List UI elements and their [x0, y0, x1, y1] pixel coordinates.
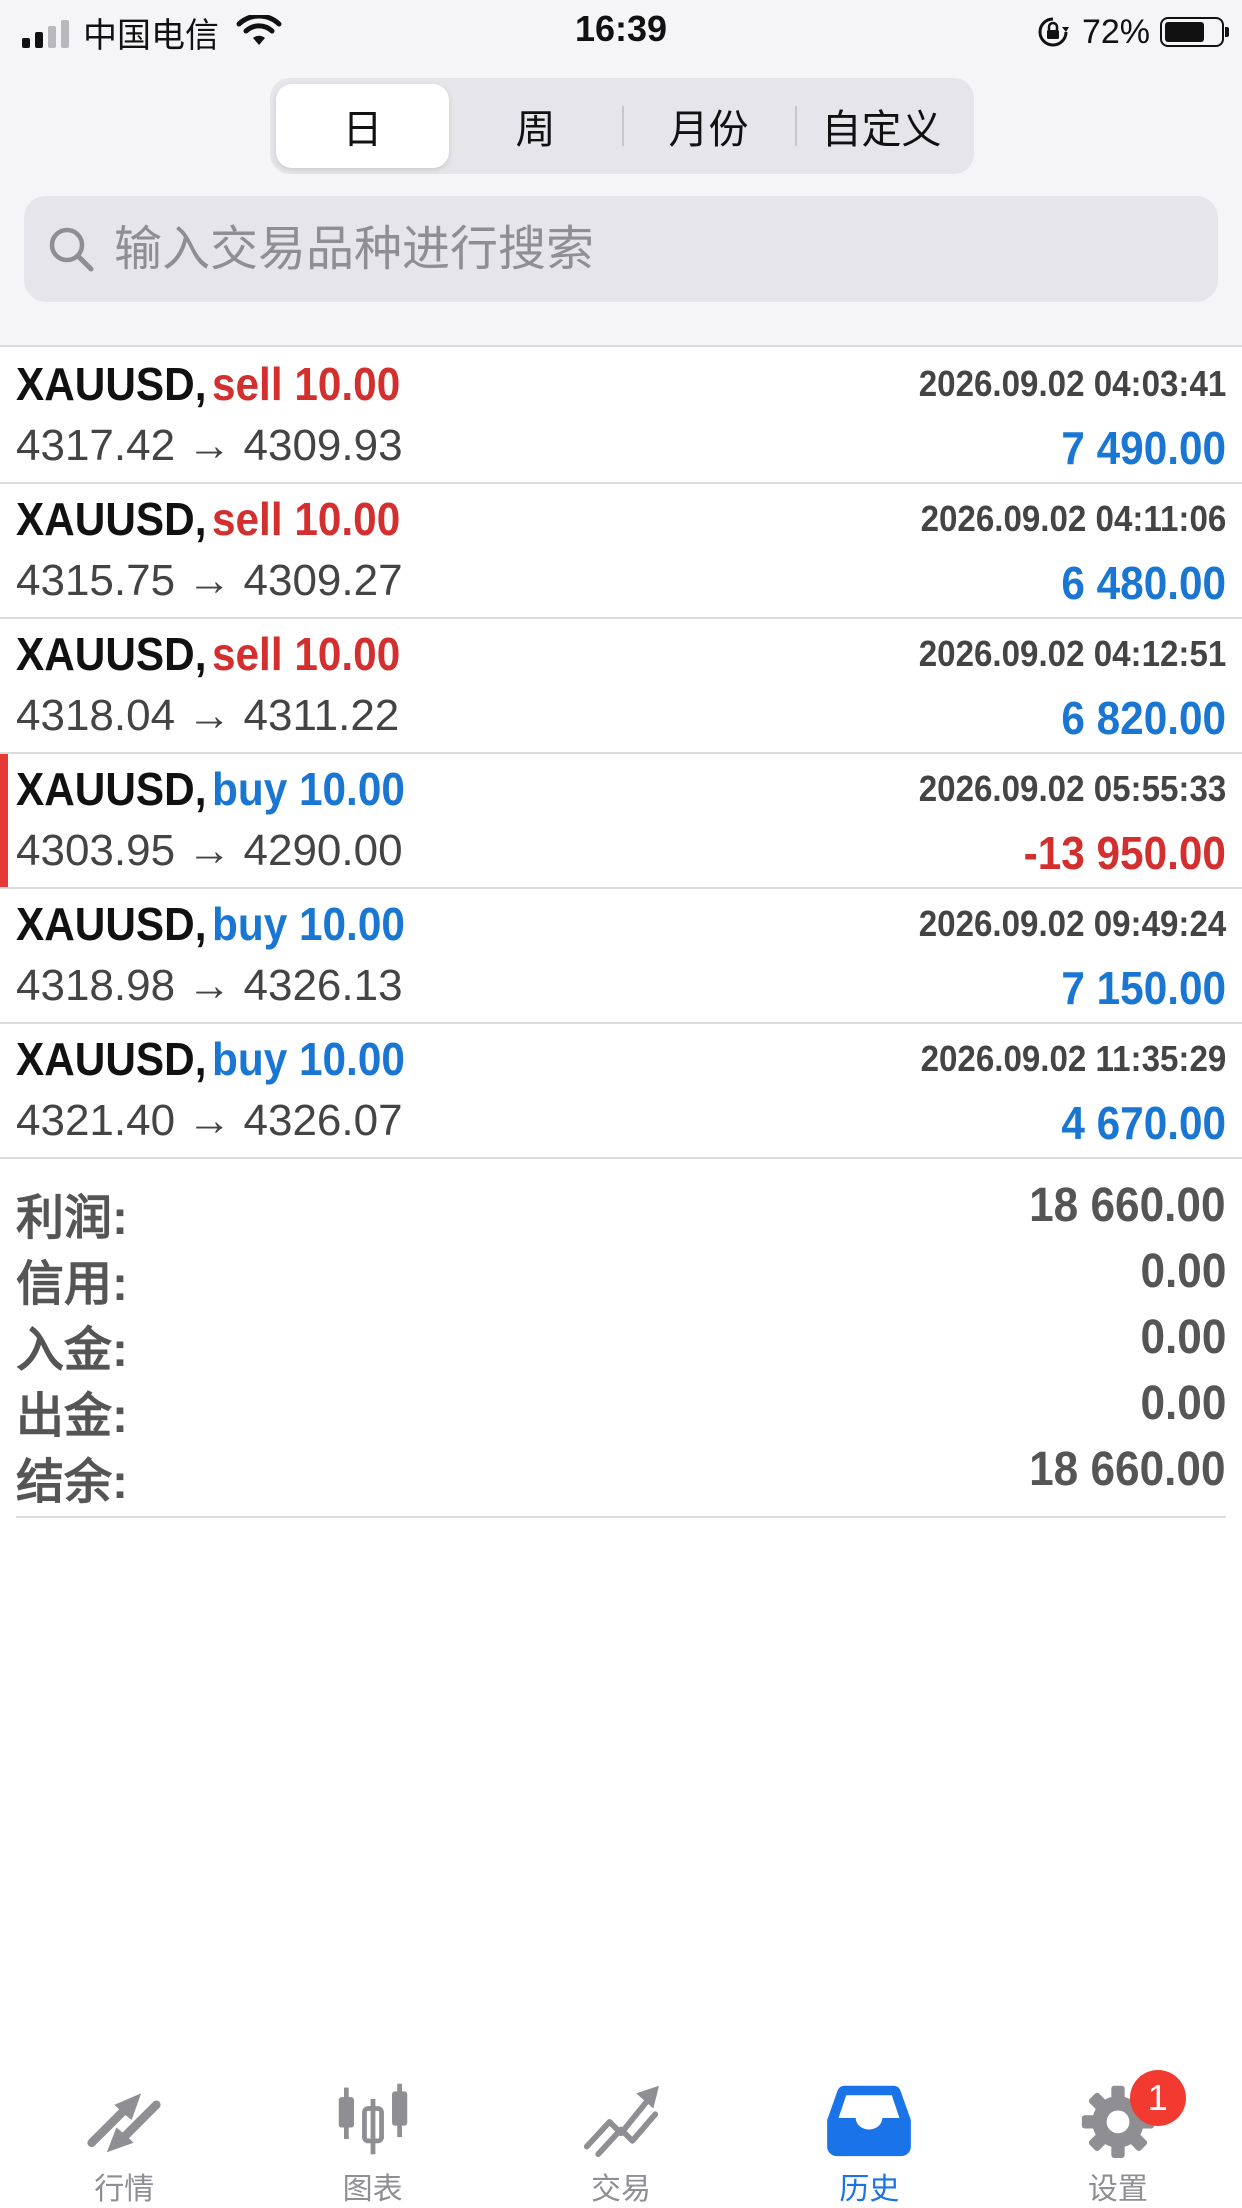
trade-row[interactable]: XAUUSD, buy 10.00 2026.09.02 11:35:29 4321.…: [0, 1024, 1242, 1159]
symbol-name: XAUUSD,: [16, 1033, 207, 1085]
trade-close-time: 2026.09.02 11:35:29: [920, 1038, 1226, 1079]
trade-profit: 7 150.00: [1061, 962, 1226, 1014]
trade-close-time: 2026.09.02 05:55:33: [918, 768, 1226, 809]
trade-history-list: XAUUSD, sell 10.00 2026.09.02 04:03:41 4317…: [0, 349, 1242, 1159]
trade-side-volume: sell 10.00: [211, 628, 401, 680]
summary-row: 结余: 18 660.00: [16, 1436, 1226, 1509]
trade-open-close-prices: 4317.42 → 4309.93: [16, 421, 403, 470]
history-header: 日 周 月份 自定义: [0, 62, 1242, 347]
summary-value: 0.00: [1140, 1377, 1226, 1430]
summary-row: 利润: 18 660.00: [16, 1172, 1226, 1245]
symbol-name: XAUUSD,: [16, 358, 207, 410]
trade-open-close-prices: 4318.04 → 4311.22: [16, 691, 400, 740]
trade-close-time: 2026.09.02 04:11:06: [920, 498, 1226, 539]
trade-profit: 7 490.00: [1061, 422, 1226, 474]
trade-symbol: XAUUSD, buy 10.00: [16, 762, 405, 816]
symbol-name: XAUUSD,: [16, 763, 207, 815]
tab-trade[interactable]: 交易: [497, 2048, 745, 2208]
trade-side-volume: buy 10.00: [211, 1033, 405, 1085]
period-tab-month[interactable]: 月份: [622, 84, 795, 168]
trade-side-volume: buy 10.00: [211, 763, 405, 815]
trade-open-close-prices: 4315.75 → 4309.27: [16, 556, 403, 605]
summary-value: 0.00: [1140, 1245, 1226, 1298]
trade-symbol: XAUUSD, buy 10.00: [16, 1032, 405, 1086]
summary-value: 0.00: [1140, 1311, 1226, 1364]
trade-close-time: 2026.09.02 04:03:41: [918, 363, 1226, 404]
search-input[interactable]: [114, 221, 1194, 277]
trade-open-close-prices: 4303.95 → 4290.00: [16, 826, 403, 875]
summary-row: 入金: 0.00: [16, 1304, 1226, 1377]
trade-icon: [583, 2085, 660, 2158]
period-tab-custom[interactable]: 自定义: [795, 84, 968, 168]
symbol-name: XAUUSD,: [16, 493, 207, 545]
summary-value: 18 660.00: [1029, 1443, 1226, 1496]
trade-symbol: XAUUSD, sell 10.00: [16, 627, 400, 681]
bottom-tab-bar: 行情 图表 交易 历史 设置 1: [0, 2048, 1242, 2208]
trade-symbol: XAUUSD, buy 10.00: [16, 897, 405, 951]
trade-open-close-prices: 4318.98 → 4326.13: [16, 961, 403, 1010]
trade-row[interactable]: XAUUSD, buy 10.00 2026.09.02 05:55:33 4303.…: [0, 754, 1242, 889]
summary-row: 信用: 0.00: [16, 1238, 1226, 1311]
trade-side-volume: buy 10.00: [211, 898, 405, 950]
status-right: 72%: [1036, 10, 1229, 54]
symbol-name: XAUUSD,: [16, 898, 207, 950]
period-segmented-control: 日 周 月份 自定义: [270, 78, 974, 174]
trade-row[interactable]: XAUUSD, buy 10.00 2026.09.02 09:49:24 4318.…: [0, 889, 1242, 1024]
summary-label: 结余:: [16, 1456, 128, 1509]
trade-row[interactable]: XAUUSD, sell 10.00 2026.09.02 04:11:06 4315…: [0, 484, 1242, 619]
trade-close-time: 2026.09.02 04:12:51: [918, 633, 1226, 674]
symbol-name: XAUUSD,: [16, 628, 207, 680]
rotation-lock-icon: [1038, 17, 1069, 47]
trade-row[interactable]: XAUUSD, sell 10.00 2026.09.02 04:03:41 4317…: [0, 349, 1242, 484]
chart-candles-icon: [338, 2083, 407, 2155]
trade-profit: -13 950.00: [1023, 827, 1226, 879]
trade-symbol: XAUUSD, sell 10.00: [16, 492, 400, 546]
tab-charts[interactable]: 图表: [248, 2048, 496, 2208]
tab-history[interactable]: 历史: [745, 2048, 993, 2208]
trade-profit: 6 820.00: [1061, 692, 1226, 744]
search-box[interactable]: [24, 196, 1218, 302]
tab-quotes[interactable]: 行情: [0, 2048, 248, 2208]
trade-row[interactable]: XAUUSD, sell 10.00 2026.09.02 04:12:51 4318…: [0, 619, 1242, 754]
history-inbox-icon: [827, 2085, 912, 2157]
search-icon: [49, 227, 94, 272]
battery-icon: [1160, 17, 1229, 47]
period-tab-day[interactable]: 日: [276, 84, 449, 168]
tab-settings[interactable]: 设置 1: [994, 2048, 1242, 2208]
period-tab-week[interactable]: 周: [449, 84, 622, 168]
trade-side-volume: sell 10.00: [211, 358, 401, 410]
notification-badge: 1: [1129, 2070, 1186, 2126]
trade-close-time: 2026.09.02 09:49:24: [918, 903, 1226, 944]
summary-row: 出金: 0.00: [16, 1370, 1226, 1443]
trade-side-volume: sell 10.00: [211, 493, 401, 545]
summary-value: 18 660.00: [1029, 1179, 1226, 1232]
trade-profit: 6 480.00: [1061, 557, 1226, 609]
status-bar: 中国电信 16:39 72%: [0, 0, 1242, 62]
trade-open-close-prices: 4321.40 → 4326.07: [16, 1096, 403, 1145]
trade-profit: 4 670.00: [1061, 1097, 1226, 1149]
account-summary: 利润: 18 660.00 信用: 0.00 入金: 0.00 出金: 0.00 结余: 18 6…: [16, 1170, 1226, 1518]
battery-percent: 72%: [1081, 12, 1150, 51]
quotes-icon: [87, 2093, 161, 2153]
trade-symbol: XAUUSD, sell 10.00: [16, 357, 400, 411]
